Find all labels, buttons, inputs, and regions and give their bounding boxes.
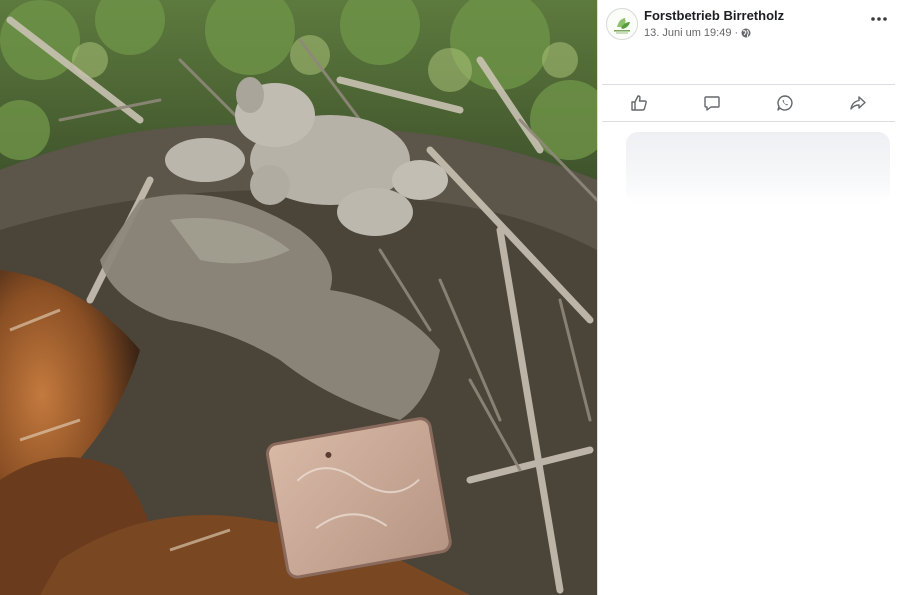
share-icon	[850, 96, 867, 110]
whatsapp-icon	[777, 95, 793, 111]
comment-icon	[704, 96, 720, 111]
post-photo[interactable]	[0, 0, 597, 595]
divider-top	[602, 84, 895, 85]
more-dots-icon	[871, 17, 887, 21]
post-actions-bar	[602, 86, 895, 120]
comment-placeholder	[626, 132, 890, 204]
post-meta: 13. Juni um 19:49 ·	[644, 27, 751, 39]
page-name[interactable]: Forstbetrieb Birretholz	[644, 8, 784, 23]
comment-button[interactable]	[694, 90, 730, 116]
divider-bottom	[602, 121, 895, 122]
post-header: Forstbetrieb Birretholz 13. Juni um 19:4…	[598, 0, 900, 60]
phone-case-shape	[265, 417, 452, 579]
like-icon	[630, 95, 647, 111]
more-options-button[interactable]	[869, 11, 889, 27]
forest-logo-icon	[614, 18, 630, 34]
like-button[interactable]	[621, 90, 657, 116]
globe-icon	[741, 28, 751, 38]
share-button[interactable]	[840, 90, 876, 116]
post-timestamp[interactable]: 13. Juni um 19:49	[644, 27, 731, 39]
post-side-panel: Forstbetrieb Birretholz 13. Juni um 19:4…	[597, 0, 900, 595]
nest-photo-image	[0, 0, 597, 595]
whatsapp-button[interactable]	[767, 90, 803, 116]
page-avatar[interactable]	[606, 8, 638, 40]
meta-separator: ·	[734, 27, 739, 39]
